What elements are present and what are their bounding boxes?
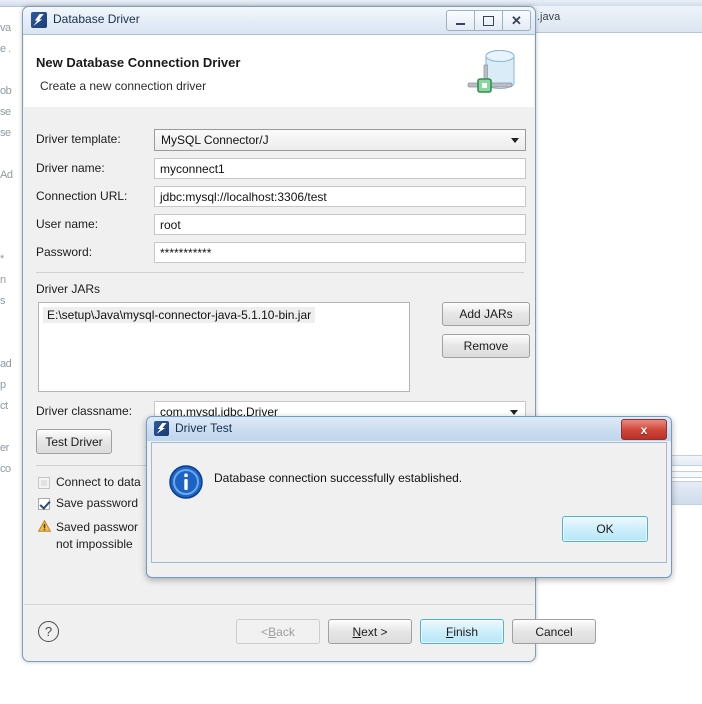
driver-template-value: MySQL Connector/J xyxy=(161,133,269,147)
finish-button-mnemonic: F xyxy=(445,624,454,639)
connection-url-input[interactable]: jdbc:mysql://localhost:3306/test xyxy=(154,186,526,207)
field-row-driver-name: Driver name: myconnect1 xyxy=(36,158,526,180)
help-icon[interactable]: ? xyxy=(38,621,59,642)
connect-to-database-label: Connect to data xyxy=(56,475,141,489)
field-row-connection-url: Connection URL: jdbc:mysql://localhost:3… xyxy=(36,186,526,208)
warning-line-2: not impossible xyxy=(56,537,133,551)
eclipse-icon xyxy=(154,421,169,436)
back-button[interactable]: < Back xyxy=(236,619,320,644)
eclipse-icon xyxy=(31,12,47,28)
driver-template-label: Driver template: xyxy=(36,132,121,146)
info-icon xyxy=(169,465,203,499)
field-row-password: Password: *********** xyxy=(36,242,526,264)
background-tab-label: .java xyxy=(537,11,561,23)
cancel-button[interactable]: Cancel xyxy=(512,619,596,644)
background-editor-tab[interactable]: .java xyxy=(531,6,702,33)
next-button-suffix: ext > xyxy=(361,624,388,639)
test-driver-button[interactable]: Test Driver xyxy=(36,429,112,454)
dialog-titlebar[interactable]: Driver Test x xyxy=(147,417,671,441)
user-name-input[interactable]: root xyxy=(154,214,526,235)
back-button-prefix: < xyxy=(261,624,269,639)
dialog-message: Database connection successfully establi… xyxy=(214,471,463,485)
connect-to-database-checkbox[interactable] xyxy=(38,477,50,489)
window-titlebar[interactable]: Database Driver ✕ xyxy=(23,7,535,35)
back-button-mnemonic: B xyxy=(268,624,277,639)
close-icon[interactable]: ✕ xyxy=(502,10,531,31)
driver-name-input[interactable]: myconnect1 xyxy=(154,158,526,179)
dialog-content: Database connection successfully establi… xyxy=(151,442,667,563)
save-password-checkbox[interactable] xyxy=(38,498,50,510)
database-connection-icon xyxy=(467,50,515,93)
connection-url-label: Connection URL: xyxy=(36,189,128,203)
ok-button[interactable]: OK xyxy=(562,516,648,542)
connect-to-database-checkbox-row[interactable]: Connect to data xyxy=(38,475,146,493)
driver-test-dialog: Driver Test x Database connection succes… xyxy=(146,416,672,578)
driver-jars-label: Driver JARs xyxy=(36,282,101,296)
minimize-icon[interactable] xyxy=(446,10,475,31)
window-title: Database Driver xyxy=(53,12,140,26)
saved-password-warning: Saved passwor not impossible xyxy=(38,519,150,555)
screen: va e . ob se se Ad * n s ad p ct er co .… xyxy=(0,0,702,704)
warning-icon xyxy=(38,520,51,532)
user-name-label: User name: xyxy=(36,217,99,231)
back-button-suffix: ack xyxy=(276,624,295,639)
maximize-icon[interactable] xyxy=(474,10,503,31)
next-button-mnemonic: N xyxy=(352,624,362,639)
field-row-user-name: User name: root xyxy=(36,214,526,236)
add-jars-button[interactable]: Add JARs xyxy=(442,302,530,326)
close-icon[interactable]: x xyxy=(621,419,667,440)
driver-jars-list[interactable]: E:\setup\Java\mysql-connector-java-5.1.1… xyxy=(38,302,410,392)
page-subtitle: Create a new connection driver xyxy=(40,79,207,93)
save-password-label: Save password xyxy=(56,496,139,510)
wizard-banner: New Database Connection Driver Create a … xyxy=(24,35,534,108)
list-item[interactable]: E:\setup\Java\mysql-connector-java-5.1.1… xyxy=(43,307,316,323)
window-controls: ✕ xyxy=(446,10,531,31)
divider-1 xyxy=(36,272,524,273)
page-title: New Database Connection Driver xyxy=(36,55,241,70)
wizard-footer: ? < Back Next > Finish Cancel xyxy=(24,604,596,660)
driver-name-label: Driver name: xyxy=(36,161,105,175)
chevron-down-icon[interactable] xyxy=(506,131,524,149)
next-button[interactable]: Next > xyxy=(328,619,412,644)
finish-button-suffix: inish xyxy=(453,624,479,639)
field-row-driver-template: Driver template: MySQL Connector/J xyxy=(36,129,526,151)
finish-button[interactable]: Finish xyxy=(420,619,504,644)
save-password-checkbox-row[interactable]: Save password xyxy=(38,496,148,514)
warning-line-1: Saved passwor xyxy=(56,520,139,534)
remove-jar-button[interactable]: Remove xyxy=(442,334,530,358)
password-input[interactable]: *********** xyxy=(154,242,526,263)
driver-template-combo[interactable]: MySQL Connector/J xyxy=(154,129,526,151)
driver-classname-label: Driver classname: xyxy=(36,404,133,418)
dialog-title: Driver Test xyxy=(175,421,233,435)
password-label: Password: xyxy=(36,245,93,259)
